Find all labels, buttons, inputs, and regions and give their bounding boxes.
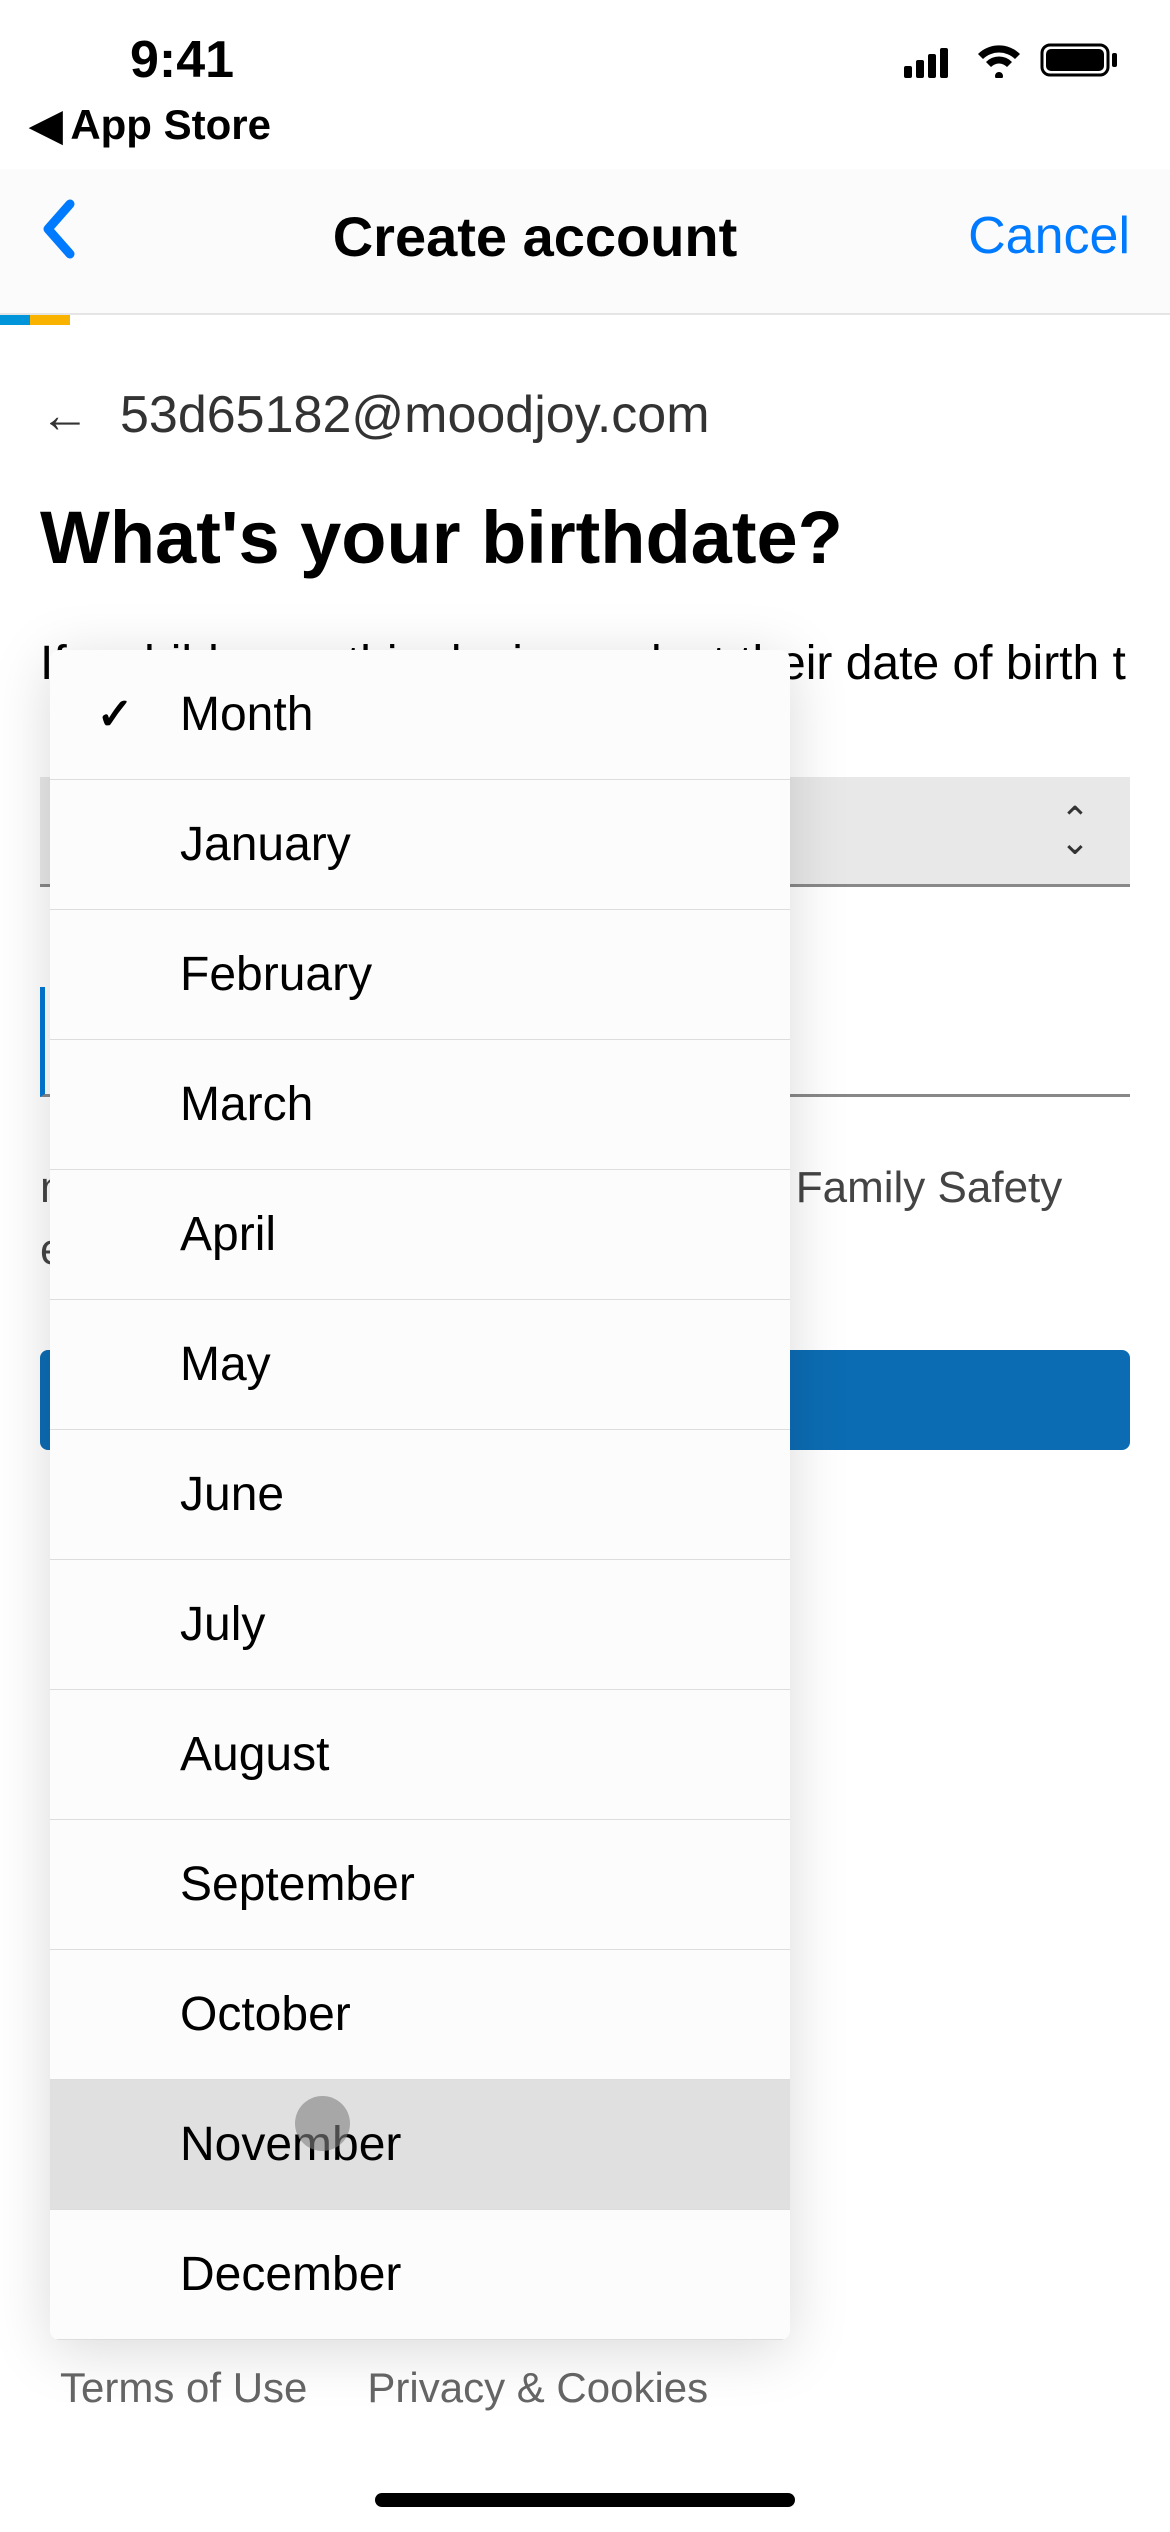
email-text: 53d65182@moodjoy.com [120, 385, 710, 445]
dropdown-item-february[interactable]: February [50, 910, 790, 1040]
status-icons [904, 41, 1120, 79]
dropdown-item-january[interactable]: January [50, 780, 790, 910]
dropdown-item-label: January [150, 817, 351, 872]
dropdown-item-november[interactable]: November [50, 2080, 790, 2210]
month-dropdown: ✓Month January February March April May June Ju… [50, 650, 790, 2340]
dropdown-item-label: Month [150, 687, 313, 742]
back-to-app-label: App Store [70, 101, 271, 149]
footer-links: Terms of Use Privacy & Cookies [60, 2364, 708, 2412]
dropdown-item-label: September [150, 1857, 415, 1912]
dropdown-item-december[interactable]: December [50, 2210, 790, 2340]
dropdown-item-label: October [150, 1987, 351, 2042]
dropdown-item-label: August [150, 1727, 329, 1782]
battery-icon [1040, 41, 1120, 79]
nav-title: Create account [140, 204, 930, 269]
progress-bar [0, 315, 1170, 325]
privacy-link[interactable]: Privacy & Cookies [367, 2364, 708, 2412]
dropdown-item-label: December [150, 2247, 401, 2302]
nav-cancel-button[interactable]: Cancel [930, 206, 1130, 266]
dropdown-item-march[interactable]: March [50, 1040, 790, 1170]
arrow-left-icon: ← [40, 386, 90, 444]
nav-back-button[interactable] [40, 199, 140, 273]
status-bar: 9:41 [0, 0, 1170, 100]
status-time: 9:41 [130, 30, 234, 90]
dropdown-item-june[interactable]: June [50, 1430, 790, 1560]
dropdown-item-label: June [150, 1467, 284, 1522]
dropdown-item-label: November [150, 2117, 401, 2172]
dropdown-item-label: May [150, 1337, 271, 1392]
page-heading: What's your birthdate? [40, 495, 1130, 580]
progress-segment-2 [30, 315, 70, 325]
home-indicator[interactable] [375, 2493, 795, 2507]
nav-bar: Create account Cancel [0, 169, 1170, 315]
dropdown-item-label: February [150, 947, 372, 1002]
dropdown-item-may[interactable]: May [50, 1300, 790, 1430]
terms-link[interactable]: Terms of Use [60, 2364, 307, 2412]
email-back-row[interactable]: ← 53d65182@moodjoy.com [40, 385, 1130, 445]
dropdown-item-august[interactable]: August [50, 1690, 790, 1820]
touch-indicator [295, 2096, 350, 2151]
wifi-icon [974, 42, 1024, 78]
progress-segment-1 [0, 315, 30, 325]
chevron-updown-icon: ⌃⌄ [1060, 809, 1090, 852]
checkmark-icon: ✓ [80, 689, 150, 740]
dropdown-item-label: July [150, 1597, 265, 1652]
back-to-app-link[interactable]: ◀ App Store [0, 100, 1170, 169]
dropdown-item-month[interactable]: ✓Month [50, 650, 790, 780]
dropdown-item-september[interactable]: September [50, 1820, 790, 1950]
cellular-signal-icon [904, 42, 958, 78]
dropdown-item-july[interactable]: July [50, 1560, 790, 1690]
dropdown-item-october[interactable]: October [50, 1950, 790, 2080]
dropdown-item-april[interactable]: April [50, 1170, 790, 1300]
dropdown-item-label: April [150, 1207, 276, 1262]
back-caret-icon: ◀ [30, 100, 62, 149]
dropdown-item-label: March [150, 1077, 313, 1132]
